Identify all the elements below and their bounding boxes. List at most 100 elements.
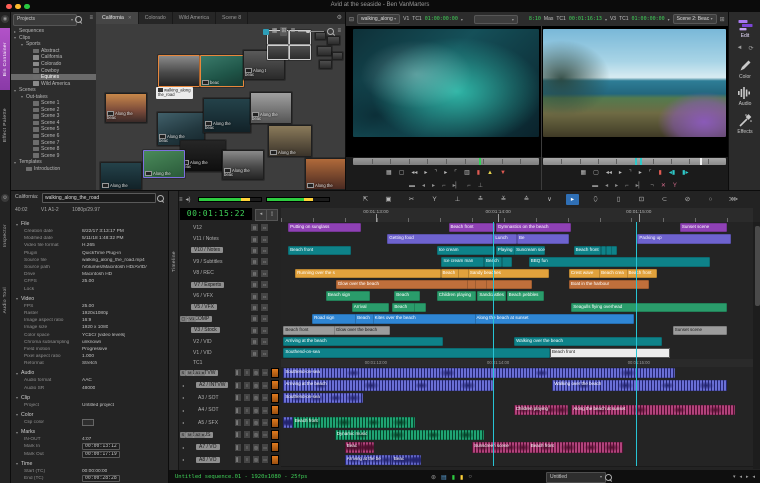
bin-clip-thumbnail[interactable] [158,55,200,87]
sync-lock-icon[interactable] [263,29,269,35]
clip-glow-over-the-beach[interactable]: Glow over the beach [334,326,390,335]
track-button[interactable]: ▭ [261,443,269,452]
bin-clip-thumbnail[interactable] [319,60,332,69]
track-button[interactable]: ▍ [234,443,242,452]
clip-beach[interactable]: Beach [394,291,420,300]
clip-se[interactable] [410,455,421,465]
clip-c[interactable] [502,257,512,266]
tab-california[interactable]: California✕ [96,12,139,24]
track-header-a2-intvw[interactable]: ◂A2 / INTVW▍≡▨▭ [179,379,281,391]
source-timecode[interactable]: 01:00:00:00 [425,16,458,22]
clip-be[interactable] [362,442,373,452]
track-button[interactable]: ▭ [261,406,269,415]
track-button[interactable]: ▍ [234,368,242,377]
track-header-v3-stock[interactable]: V3 / Stock▨▭ [179,325,281,336]
track-header-tc1[interactable]: TC1 [179,359,281,367]
search-icon[interactable] [75,16,82,23]
track-header-a6-mus[interactable]: SMA2 ◂◂A6 / MUS▍≡▨▭ [179,429,281,441]
splice-in-icon[interactable]: ▲ [487,168,493,178]
clip-children-playing[interactable]: Children playing [437,291,476,300]
workspace-color[interactable]: Color [729,59,760,80]
clip-lunch[interactable]: Lunch [493,234,516,243]
clip-sunscreen-scene[interactable]: Sunscreen scene [472,442,530,452]
clip-arrival[interactable]: Arrival [352,303,389,312]
section-marks[interactable]: ▾Marks [11,428,168,436]
track-button[interactable]: ▭ [260,314,269,323]
clip-southend-on-sea[interactable]: Southend-on-sea [283,368,674,378]
clip-seagulls-flying-overhead[interactable]: Seagulls flying overhead [571,303,726,312]
track-button[interactable]: ≡ [243,406,251,415]
source-clip-menu[interactable]: walking_along ▾ [357,14,400,24]
clip-arriving-at-the-beach[interactable]: Arriving at the beach [283,337,442,346]
play-icon[interactable]: ▸ [639,168,642,178]
clip-crest-wave[interactable]: Crest wave [569,269,600,278]
video-quality-menu-icon[interactable]: ▤ [441,474,447,481]
track-button[interactable]: ▭ [260,303,269,312]
track-lane-a3-sot[interactable]: Southend-on-sea [281,392,753,405]
bin-clip-thumbnail[interactable]: Along the [268,125,312,157]
grid-mode-icon[interactable]: ▦ [581,168,587,178]
grid-mode-icon[interactable]: ▦ [386,168,392,178]
track-button[interactable]: ▍ [234,418,242,427]
tree-item-introduction[interactable]: Introduction [11,165,96,172]
clip-packing-up[interactable]: Packing up [637,234,731,243]
clip-beach-front[interactable]: Beach front [627,269,657,278]
track-header-v10-notes[interactable]: V10 / Notes▨▭ [179,245,281,256]
clip-beach-front[interactable]: Beach front [550,348,670,357]
clip-running-over-the-s[interactable]: Running over the s [295,269,441,278]
center-duration-menu[interactable]: ▾ [474,15,518,24]
play-icon[interactable]: ▸ [444,168,447,178]
mark-out-icon[interactable]: ⌝ [434,168,437,178]
track-button[interactable]: ▍ [234,381,242,390]
timeline-menu-icon[interactable]: ≡ [179,197,183,203]
mark-clip-icon[interactable]: ▣ [382,194,395,205]
timecode-menu-icon[interactable]: ▯ [266,209,278,221]
track-button[interactable]: ▨ [250,257,259,266]
clip-suncream-scene[interactable]: Suncream scene [514,246,545,255]
bin-clip-thumbnail[interactable]: Along thebeac [203,98,251,133]
clip-arriving-at-the-beach[interactable]: Arriving at the beach [283,380,493,390]
render-icon[interactable]: ⊘ [681,194,694,205]
add-marker-icon[interactable]: ▮ [659,168,662,178]
step-forward-icon[interactable]: ▸ [424,168,427,178]
master-timecode-display[interactable]: 00:01:15:22 [180,208,252,220]
clip-walking-over-the-beach[interactable]: Walking over the beach [552,380,726,390]
clip-beach-crea[interactable]: Beach crea [599,269,627,278]
close-tab-icon[interactable]: ✕ [128,15,132,20]
section-clip[interactable]: ▾Clip [11,394,168,402]
link-icon[interactable]: ⊂ [658,194,671,205]
window-menu-icon[interactable]: ⊟ [349,16,354,23]
refresh-icon[interactable]: ⟳ [748,45,753,52]
segment-insert-icon[interactable]: ⇱ [359,194,372,205]
step-back-icon[interactable]: ◂◂ [606,168,612,178]
fast-menu-icon[interactable]: ⋙ [727,194,740,205]
clip-arriving-at-the-be[interactable]: Arriving at the be [345,455,392,465]
track-header-v11-notes[interactable]: V11 / Notes▨▭ [179,233,281,244]
clip-be[interactable] [414,303,425,312]
track-lane-a6-mus[interactable]: Dynamic music [281,429,753,442]
smart-tool-icon[interactable]: ▸ [566,194,579,205]
track-button[interactable]: ▍ [234,455,242,464]
track-header-a5-sfx[interactable]: ◂A5 / SFX▍≡▨▭ [179,416,281,428]
track-header-v1-vid[interactable]: V1 / VID▨▭ [179,347,281,358]
speaker-icon[interactable]: ◂ [182,420,184,425]
track-button[interactable]: ▍ [234,430,242,439]
patch-button[interactable]: S [180,370,186,377]
section-color[interactable]: ▾Color [11,411,168,419]
patch-button[interactable]: M [187,370,193,377]
focus-icon[interactable]: ∨ [543,194,556,205]
overwrite-icon[interactable]: ▼ [500,168,506,178]
track-button[interactable]: ≡ [243,393,251,402]
clip-bbq-fun[interactable]: BBQ fun [529,257,710,266]
property-value[interactable]: 00:00:28:28 [82,475,120,482]
track-button[interactable]: ▭ [260,280,269,289]
track-button[interactable]: ≡ [243,430,251,439]
clip-beach-pebbles[interactable]: Beach pebbles [507,291,544,300]
track-header-a3-sot[interactable]: ◂A3 / SOT▍≡▨▭ [179,392,281,404]
sync-lock-all-icon[interactable]: ⊥ [451,194,464,205]
gang-icon[interactable]: ▢ [399,168,405,178]
track-button[interactable]: ≡ [243,381,251,390]
bin-clip-thumbnail[interactable]: beac [200,55,244,87]
clip-gymnastics-on-the-beach[interactable]: Gymnastics on the beach [496,223,571,232]
track-lane-a8-vo[interactable]: Arriving at the beBeac [281,454,753,467]
